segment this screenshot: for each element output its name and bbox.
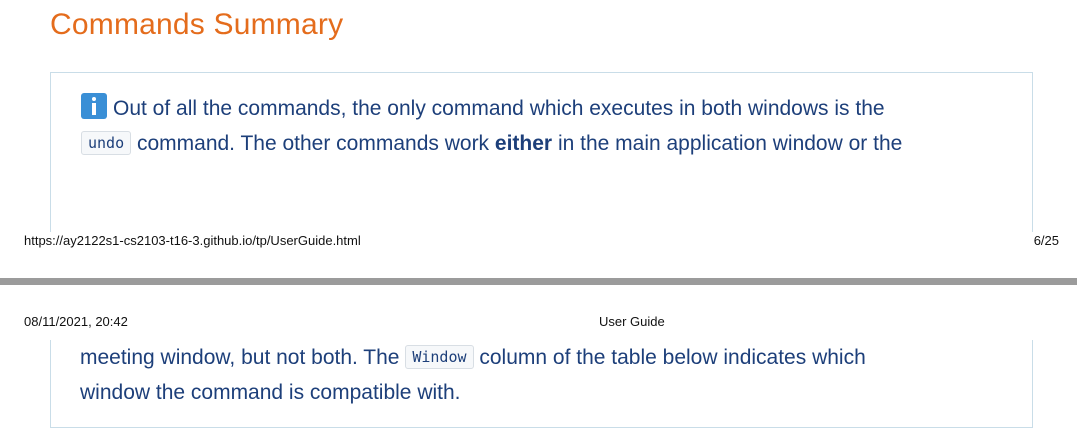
pdf-page-top: Commands Summary Out of all the commands… xyxy=(0,0,1077,278)
note2-segment-2: column of the table below indicates whic… xyxy=(479,346,866,369)
header-title: User Guide xyxy=(599,314,665,329)
info-icon xyxy=(81,93,107,119)
note-box: Out of all the commands, the only comman… xyxy=(50,72,1033,232)
either-bold: either xyxy=(494,132,553,155)
footer-url: https://ay2122s1-cs2103-t16-3.github.io/… xyxy=(24,233,361,248)
note-segment-3: in the main application window or the xyxy=(557,132,903,155)
note-segment-2: command. The other commands work xyxy=(136,132,490,155)
page-separator xyxy=(0,278,1077,285)
note2-segment-3: window the command is compatible with. xyxy=(80,381,461,404)
footer-page-number: 6/25 xyxy=(1033,233,1059,248)
note-text: Out of all the commands, the only comman… xyxy=(81,91,1002,161)
header-date: 08/11/2021, 20:42 xyxy=(24,314,128,329)
window-code: Window xyxy=(405,345,474,369)
note-segment-1: Out of all the commands, the only comman… xyxy=(113,97,885,120)
undo-code: undo xyxy=(81,131,132,155)
section-title: Commands Summary xyxy=(50,8,344,41)
note2-segment-1: meeting window, but not both. The xyxy=(80,346,400,369)
